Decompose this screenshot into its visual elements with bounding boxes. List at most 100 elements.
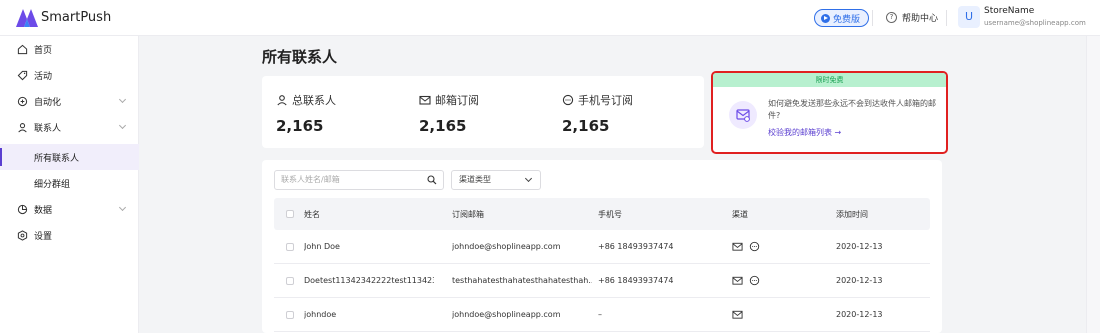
sidebar-item-automation[interactable]: 自动化 [0, 88, 139, 114]
chat-icon [562, 94, 574, 106]
help-icon: ? [886, 12, 897, 23]
contact-phone: – [598, 310, 602, 319]
mail-icon [732, 276, 743, 285]
avatar[interactable]: U [958, 6, 980, 28]
free-plan-badge[interactable]: 免费版 [814, 9, 870, 27]
sidebar-item-label: 设置 [34, 231, 53, 242]
smartpush-logo-icon[interactable] [16, 9, 38, 27]
sidebar-item-contacts[interactable]: 联系人 [0, 114, 139, 140]
chart-icon [17, 204, 28, 214]
sidebar-item-segments[interactable]: 细分群组 [0, 170, 139, 196]
chevron-down-icon [118, 121, 127, 130]
contact-channels [732, 298, 812, 331]
promo-header: 限时免费 [713, 73, 946, 87]
search-icon[interactable] [427, 175, 437, 185]
stat-label: 总联系人 [292, 94, 336, 107]
automation-icon [17, 96, 28, 106]
column-header-phone[interactable]: 手机号 [598, 198, 708, 230]
scrollbar[interactable] [1086, 36, 1100, 333]
user-icon [277, 95, 287, 106]
table-header: 姓名 订阅邮箱 手机号 渠道 添加时间 [274, 198, 930, 230]
stat-label: 邮箱订阅 [435, 94, 479, 107]
chat-icon [749, 241, 760, 252]
column-header-channel[interactable]: 渠道 [732, 198, 812, 230]
chat-icon [749, 275, 760, 286]
chevron-down-icon [118, 203, 127, 212]
sidebar-item-label: 活动 [34, 71, 53, 82]
contact-phone: +86 18493937474 [598, 276, 674, 285]
column-header-email[interactable]: 订阅邮箱 [452, 198, 592, 230]
contact-added-date: 2020-12-13 [836, 242, 883, 251]
row-checkbox[interactable] [286, 310, 294, 319]
stat-label: 手机号订阅 [578, 94, 633, 107]
page-title: 所有联系人 [262, 48, 338, 66]
sidebar: 首页 活动 自动化 联系人 所有联系人 细分群组 数据 设置 [0, 36, 139, 333]
user-icon [18, 122, 27, 132]
table-row[interactable]: John Doe johndoe@shoplineapp.com +86 184… [274, 230, 930, 264]
stats-card: 总联系人 2,165 邮箱订阅 2,165 手机号订阅 2,165 [262, 76, 704, 148]
mail-check-icon [729, 101, 757, 129]
sidebar-item-home[interactable]: 首页 [0, 36, 139, 62]
sidebar-item-data[interactable]: 数据 [0, 196, 139, 222]
column-header-date[interactable]: 添加时间 [836, 198, 916, 230]
help-center-link[interactable]: ? 帮助中心 [886, 11, 938, 24]
channel-type-select[interactable]: 渠道类型 [451, 170, 541, 190]
contact-name: johndoe [304, 310, 337, 319]
sidebar-item-label: 数据 [34, 205, 53, 216]
contact-added-date: 2020-12-13 [836, 276, 883, 285]
contact-channels [732, 264, 812, 297]
chevron-down-icon [524, 174, 533, 183]
mail-icon [419, 95, 431, 105]
search-placeholder: 联系人姓名/邮箱 [281, 175, 340, 184]
table-row[interactable]: johndoe johndoe@shoplineapp.com – 2020-1… [274, 298, 930, 332]
verify-email-list-link[interactable]: 校验我的邮箱列表 → [768, 127, 841, 138]
store-email: username@shoplineapp.com [984, 19, 1086, 27]
sidebar-item-label: 所有联系人 [34, 153, 80, 164]
contacts-table-card: 联系人姓名/邮箱 渠道类型 姓名 订阅邮箱 手机号 渠道 添加时间 John D… [262, 160, 942, 333]
help-center-label: 帮助中心 [902, 14, 939, 24]
contact-phone: +86 18493937474 [598, 242, 674, 251]
contact-email: testhahatesthahatesthahatesthah... [452, 276, 592, 285]
stat-sms-subscriptions: 手机号订阅 2,165 [562, 92, 633, 135]
sidebar-item-all-contacts[interactable]: 所有联系人 [0, 144, 139, 170]
sidebar-item-label: 自动化 [34, 97, 62, 108]
sidebar-item-label: 细分群组 [34, 179, 71, 190]
tag-icon [17, 70, 28, 80]
mail-icon [732, 242, 743, 251]
contact-name: Doetest11342342222test1134234... [304, 276, 434, 285]
stat-value: 2,165 [276, 117, 324, 135]
row-checkbox[interactable] [286, 242, 294, 251]
sidebar-item-campaigns[interactable]: 活动 [0, 62, 139, 88]
row-checkbox[interactable] [286, 276, 294, 285]
settings-icon [17, 229, 28, 241]
contact-name: John Doe [304, 242, 340, 251]
divider [946, 10, 947, 26]
search-input[interactable]: 联系人姓名/邮箱 [274, 170, 444, 190]
divider [872, 10, 873, 26]
contact-channels [732, 230, 812, 263]
table-row[interactable]: Doetest11342342222test1134234... testhah… [274, 264, 930, 298]
contact-added-date: 2020-12-13 [836, 310, 883, 319]
promo-text: 如何避免发送那些永远不会到达收件人邮箱的邮件? [768, 99, 936, 120]
sidebar-item-label: 联系人 [34, 123, 62, 134]
brand-name: SmartPush [41, 10, 112, 25]
email-verification-promo: 限时免费 如何避免发送那些永远不会到达收件人邮箱的邮件? 校验我的邮箱列表 → [711, 71, 948, 154]
free-plan-label: 免费版 [833, 14, 861, 25]
column-header-name[interactable]: 姓名 [304, 198, 434, 230]
contact-email: johndoe@shoplineapp.com [452, 310, 561, 319]
sidebar-item-settings[interactable]: 设置 [0, 222, 139, 248]
stat-total-contacts: 总联系人 2,165 [276, 92, 336, 135]
channel-select-value: 渠道类型 [459, 175, 491, 184]
stat-value: 2,165 [562, 117, 610, 135]
store-name[interactable]: StoreName [984, 6, 1034, 16]
play-icon [821, 13, 830, 23]
contact-email: johndoe@shoplineapp.com [452, 242, 561, 251]
select-all-checkbox[interactable] [286, 210, 294, 218]
home-icon [17, 44, 28, 54]
sidebar-item-label: 首页 [34, 45, 53, 56]
top-bar: SmartPush 免费版 ? 帮助中心 U StoreName usernam… [0, 0, 1100, 36]
chevron-down-icon [118, 95, 127, 104]
stat-value: 2,165 [419, 117, 467, 135]
stat-email-subscriptions: 邮箱订阅 2,165 [419, 92, 479, 135]
mail-icon [732, 310, 743, 319]
